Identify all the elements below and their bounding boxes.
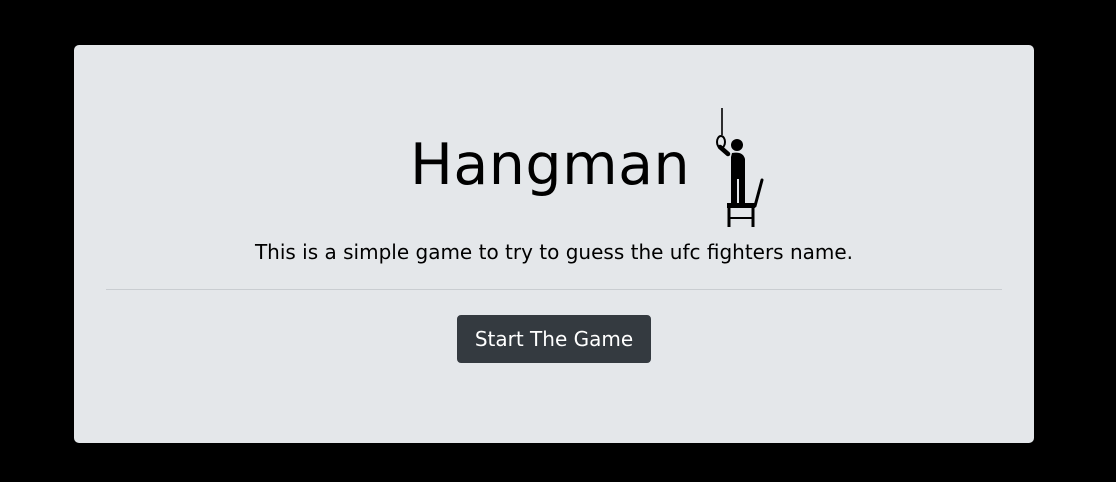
start-game-button[interactable]: Start The Game <box>457 315 651 363</box>
intro-panel: Hangman This is a simple game to try to … <box>74 45 1034 443</box>
intro-text: This is a simple game to try to guess th… <box>254 240 854 264</box>
page-title: Hangman <box>410 132 691 198</box>
title-row: Hangman <box>74 107 1034 232</box>
hangman-icon <box>716 108 764 227</box>
divider <box>106 289 1002 290</box>
